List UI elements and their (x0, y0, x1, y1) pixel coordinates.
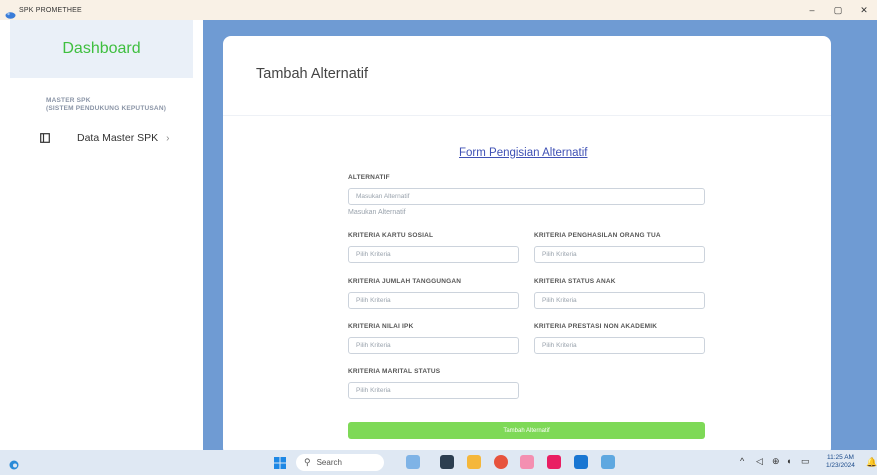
marital-status-label: KRITERIA MARITAL STATUS (348, 368, 441, 375)
form-card: Tambah Alternatif Form Pengisian Alterna… (223, 36, 831, 456)
windows-start-icon[interactable] (274, 456, 286, 469)
tambah-alternatif-button[interactable]: Tambah Alternatif (348, 422, 705, 439)
form-title: Form Pengisian Alternatif (459, 147, 588, 159)
sidebar-section-heading: MASTER SPK (SISTEM PENDUKUNG KEPUTUSAN) (46, 97, 166, 113)
alternatif-input[interactable]: Masukan Alternatif (348, 188, 705, 205)
app-icon[interactable] (547, 455, 561, 469)
task-view-icon[interactable] (440, 455, 454, 469)
search-icon: ⚲ (304, 457, 311, 467)
close-button[interactable]: ✕ (851, 0, 877, 20)
section-line-1: MASTER SPK (46, 97, 91, 104)
vscode-icon[interactable] (574, 455, 588, 469)
search-label: Search (316, 458, 342, 467)
page-title: Tambah Alternatif (256, 66, 369, 82)
clock-time: 11:25 AM (826, 454, 854, 461)
location-icon[interactable]: ◁ (756, 456, 763, 467)
file-explorer-icon[interactable] (467, 455, 481, 469)
jumlah-tanggungan-select[interactable]: Pilih Kriteria (348, 292, 519, 309)
sidebar: Dashboard MASTER SPK (SISTEM PENDUKUNG K… (0, 20, 203, 450)
prestasi-non-akademik-label: KRITERIA PRESTASI NON AKADEMIK (534, 323, 658, 330)
minimize-button[interactable]: – (799, 0, 825, 20)
section-line-2: (SISTEM PENDUKUNG KEPUTUSAN) (46, 105, 167, 112)
paint-icon[interactable] (520, 455, 534, 469)
marital-status-select[interactable]: Pilih Kriteria (348, 382, 519, 399)
nilai-ipk-label: KRITERIA NILAI IPK (348, 323, 414, 330)
volume-icon[interactable]: ◖ (786, 456, 791, 466)
alternatif-help-text: Masukan Alternatif (348, 209, 406, 216)
widgets-icon[interactable] (406, 455, 420, 469)
jumlah-tanggungan-label: KRITERIA JUMLAH TANGGUNGAN (348, 278, 462, 285)
edge-browser-icon[interactable] (9, 457, 19, 470)
app-logo-icon (5, 6, 16, 19)
window-icon (40, 133, 50, 143)
window-title: SPK PROMETHEE (19, 6, 82, 14)
window-controls: – ▢ ✕ (799, 0, 877, 20)
battery-icon[interactable]: ▭ (801, 456, 810, 467)
chevron-right-icon: › (166, 132, 170, 144)
clock-date: 1/23/2024 (826, 462, 855, 469)
alternatif-label: ALTERNATIF (348, 174, 390, 181)
status-anak-select[interactable]: Pilih Kriteria (534, 292, 705, 309)
taskbar: ⚲ Search ^ ◁ ⊕ ◖ ▭ 11:25 AM 1/23/2024 🔔 (0, 450, 877, 475)
chrome-icon[interactable] (494, 455, 508, 469)
taskbar-clock[interactable]: 11:25 AM 1/23/2024 (826, 454, 855, 470)
kartu-sosial-label: KRITERIA KARTU SOSIAL (348, 232, 434, 239)
notification-bell-icon[interactable]: 🔔 (866, 457, 877, 468)
maximize-button[interactable]: ▢ (825, 0, 851, 20)
taskbar-search-box[interactable]: ⚲ Search (296, 454, 384, 471)
network-icon[interactable]: ⊕ (772, 456, 780, 467)
title-bar: SPK PROMETHEE – ▢ ✕ (0, 0, 877, 20)
kartu-sosial-select[interactable]: Pilih Kriteria (348, 246, 519, 263)
sidebar-title: Dashboard (62, 40, 141, 57)
penghasilan-orang-tua-label: KRITERIA PENGHASILAN ORANG TUA (534, 232, 661, 239)
main-content: Tambah Alternatif Form Pengisian Alterna… (203, 20, 877, 456)
sidebar-item-label: Data Master SPK (77, 132, 159, 144)
status-anak-label: KRITERIA STATUS ANAK (534, 278, 616, 285)
nilai-ipk-select[interactable]: Pilih Kriteria (348, 337, 519, 354)
sidebar-header[interactable]: Dashboard (10, 20, 193, 78)
prestasi-non-akademik-select[interactable]: Pilih Kriteria (534, 337, 705, 354)
sidebar-item-data-master-spk[interactable]: Data Master SPK › (40, 132, 169, 144)
penghasilan-orang-tua-select[interactable]: Pilih Kriteria (534, 246, 705, 263)
tray-chevron-icon[interactable]: ^ (740, 456, 744, 466)
spk-promethee-app-icon[interactable] (601, 455, 615, 469)
